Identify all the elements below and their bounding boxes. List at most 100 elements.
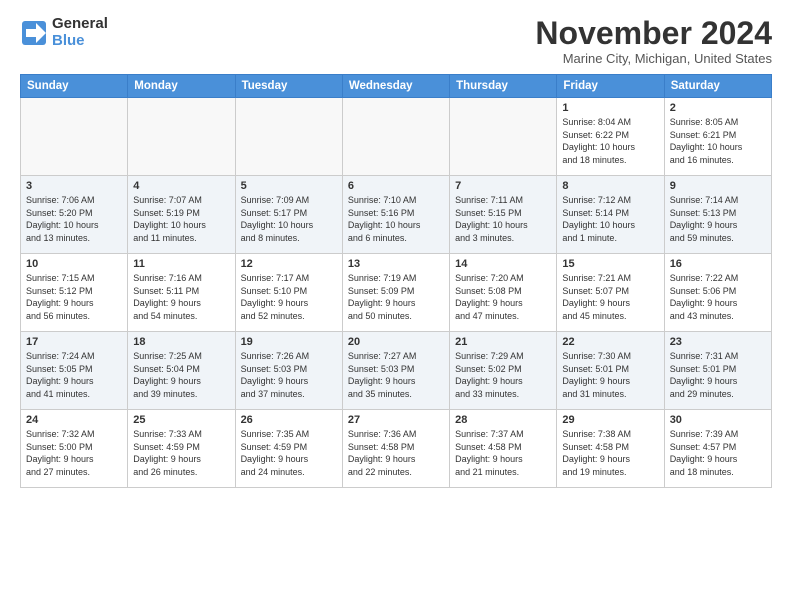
day-number: 28: [455, 414, 551, 426]
day-number: 8: [562, 180, 658, 192]
day-info: Sunrise: 7:25 AM Sunset: 5:04 PM Dayligh…: [133, 350, 229, 400]
day-number: 24: [26, 414, 122, 426]
day-info: Sunrise: 7:26 AM Sunset: 5:03 PM Dayligh…: [241, 350, 337, 400]
day-number: 3: [26, 180, 122, 192]
day-info: Sunrise: 7:14 AM Sunset: 5:13 PM Dayligh…: [670, 194, 766, 244]
calendar-cell: 9 Sunrise: 7:14 AM Sunset: 5:13 PM Daylig…: [664, 176, 771, 254]
month-title: November 2024: [535, 16, 772, 51]
calendar-cell: 24 Sunrise: 7:32 AM Sunset: 5:00 PM Dayli…: [21, 410, 128, 488]
calendar-cell: 30 Sunrise: 7:39 AM Sunset: 4:57 PM Dayli…: [664, 410, 771, 488]
calendar-week-1: 1Sunrise: 8:04 AM Sunset: 6:22 PM Daylig…: [21, 98, 772, 176]
day-number: 18: [133, 336, 229, 348]
day-number: 11: [133, 258, 229, 270]
logo-icon: [20, 19, 48, 47]
day-number: 22: [562, 336, 658, 348]
calendar-cell: 6Sunrise: 7:10 AM Sunset: 5:16 PM Daylig…: [342, 176, 449, 254]
day-info: Sunrise: 7:27 AM Sunset: 5:03 PM Dayligh…: [348, 350, 444, 400]
day-number: 19: [241, 336, 337, 348]
day-info: Sunrise: 7:29 AM Sunset: 5:02 PM Dayligh…: [455, 350, 551, 400]
day-info: Sunrise: 8:05 AM Sunset: 6:21 PM Dayligh…: [670, 116, 766, 166]
day-number: 23: [670, 336, 766, 348]
col-friday: Friday: [557, 75, 664, 98]
day-number: 5: [241, 180, 337, 192]
day-info: Sunrise: 7:12 AM Sunset: 5:14 PM Dayligh…: [562, 194, 658, 244]
day-info: Sunrise: 7:36 AM Sunset: 4:58 PM Dayligh…: [348, 428, 444, 478]
calendar-week-4: 17Sunrise: 7:24 AM Sunset: 5:05 PM Dayli…: [21, 332, 772, 410]
day-info: Sunrise: 7:38 AM Sunset: 4:58 PM Dayligh…: [562, 428, 658, 478]
day-info: Sunrise: 7:32 AM Sunset: 5:00 PM Dayligh…: [26, 428, 122, 478]
day-info: Sunrise: 7:07 AM Sunset: 5:19 PM Dayligh…: [133, 194, 229, 244]
day-number: 1: [562, 102, 658, 114]
calendar-cell: [21, 98, 128, 176]
calendar-cell: 27Sunrise: 7:36 AM Sunset: 4:58 PM Dayli…: [342, 410, 449, 488]
calendar-cell: 11 Sunrise: 7:16 AM Sunset: 5:11 PM Dayli…: [128, 254, 235, 332]
calendar-cell: 17Sunrise: 7:24 AM Sunset: 5:05 PM Dayli…: [21, 332, 128, 410]
day-number: 17: [26, 336, 122, 348]
logo: General Blue: [20, 16, 108, 49]
calendar-cell: 1Sunrise: 8:04 AM Sunset: 6:22 PM Daylig…: [557, 98, 664, 176]
calendar-cell: [342, 98, 449, 176]
calendar-cell: 26 Sunrise: 7:35 AM Sunset: 4:59 PM Dayli…: [235, 410, 342, 488]
page: General Blue November 2024 Marine City, …: [0, 0, 792, 612]
day-info: Sunrise: 7:35 AM Sunset: 4:59 PM Dayligh…: [241, 428, 337, 478]
day-number: 15: [562, 258, 658, 270]
col-monday: Monday: [128, 75, 235, 98]
day-info: Sunrise: 7:17 AM Sunset: 5:10 PM Dayligh…: [241, 272, 337, 322]
day-number: 9: [670, 180, 766, 192]
day-number: 10: [26, 258, 122, 270]
calendar-cell: 21 Sunrise: 7:29 AM Sunset: 5:02 PM Dayli…: [450, 332, 557, 410]
day-number: 26: [241, 414, 337, 426]
day-number: 12: [241, 258, 337, 270]
calendar-cell: 22Sunrise: 7:30 AM Sunset: 5:01 PM Dayli…: [557, 332, 664, 410]
calendar-table: Sunday Monday Tuesday Wednesday Thursday…: [20, 74, 772, 488]
calendar-week-3: 10Sunrise: 7:15 AM Sunset: 5:12 PM Dayli…: [21, 254, 772, 332]
day-info: Sunrise: 7:20 AM Sunset: 5:08 PM Dayligh…: [455, 272, 551, 322]
day-info: Sunrise: 7:39 AM Sunset: 4:57 PM Dayligh…: [670, 428, 766, 478]
day-info: Sunrise: 7:31 AM Sunset: 5:01 PM Dayligh…: [670, 350, 766, 400]
calendar-cell: 16Sunrise: 7:22 AM Sunset: 5:06 PM Dayli…: [664, 254, 771, 332]
logo-text: General Blue: [52, 16, 108, 49]
day-info: Sunrise: 7:21 AM Sunset: 5:07 PM Dayligh…: [562, 272, 658, 322]
day-number: 6: [348, 180, 444, 192]
day-number: 21: [455, 336, 551, 348]
calendar-cell: 28Sunrise: 7:37 AM Sunset: 4:58 PM Dayli…: [450, 410, 557, 488]
col-wednesday: Wednesday: [342, 75, 449, 98]
day-number: 4: [133, 180, 229, 192]
calendar-week-5: 24 Sunrise: 7:32 AM Sunset: 5:00 PM Dayli…: [21, 410, 772, 488]
day-info: Sunrise: 7:09 AM Sunset: 5:17 PM Dayligh…: [241, 194, 337, 244]
logo-blue: Blue: [52, 33, 108, 50]
calendar-cell: 20Sunrise: 7:27 AM Sunset: 5:03 PM Dayli…: [342, 332, 449, 410]
col-thursday: Thursday: [450, 75, 557, 98]
calendar-cell: 2Sunrise: 8:05 AM Sunset: 6:21 PM Daylig…: [664, 98, 771, 176]
col-sunday: Sunday: [21, 75, 128, 98]
calendar-week-2: 3Sunrise: 7:06 AM Sunset: 5:20 PM Daylig…: [21, 176, 772, 254]
calendar-cell: 5 Sunrise: 7:09 AM Sunset: 5:17 PM Daylig…: [235, 176, 342, 254]
day-info: Sunrise: 7:19 AM Sunset: 5:09 PM Dayligh…: [348, 272, 444, 322]
calendar-cell: [235, 98, 342, 176]
calendar-cell: 3Sunrise: 7:06 AM Sunset: 5:20 PM Daylig…: [21, 176, 128, 254]
day-number: 14: [455, 258, 551, 270]
calendar-cell: 4 Sunrise: 7:07 AM Sunset: 5:19 PM Daylig…: [128, 176, 235, 254]
calendar-cell: 19 Sunrise: 7:26 AM Sunset: 5:03 PM Dayli…: [235, 332, 342, 410]
day-number: 30: [670, 414, 766, 426]
day-info: Sunrise: 7:16 AM Sunset: 5:11 PM Dayligh…: [133, 272, 229, 322]
calendar-cell: 13 Sunrise: 7:19 AM Sunset: 5:09 PM Dayli…: [342, 254, 449, 332]
col-saturday: Saturday: [664, 75, 771, 98]
day-info: Sunrise: 7:22 AM Sunset: 5:06 PM Dayligh…: [670, 272, 766, 322]
calendar-cell: [450, 98, 557, 176]
calendar-cell: 14 Sunrise: 7:20 AM Sunset: 5:08 PM Dayli…: [450, 254, 557, 332]
calendar-cell: 10Sunrise: 7:15 AM Sunset: 5:12 PM Dayli…: [21, 254, 128, 332]
header: General Blue November 2024 Marine City, …: [20, 16, 772, 66]
location: Marine City, Michigan, United States: [535, 51, 772, 66]
calendar-cell: 12 Sunrise: 7:17 AM Sunset: 5:10 PM Dayli…: [235, 254, 342, 332]
calendar-cell: 18 Sunrise: 7:25 AM Sunset: 5:04 PM Dayli…: [128, 332, 235, 410]
calendar-cell: 23 Sunrise: 7:31 AM Sunset: 5:01 PM Dayli…: [664, 332, 771, 410]
day-number: 29: [562, 414, 658, 426]
day-number: 13: [348, 258, 444, 270]
day-info: Sunrise: 7:33 AM Sunset: 4:59 PM Dayligh…: [133, 428, 229, 478]
calendar-cell: 8 Sunrise: 7:12 AM Sunset: 5:14 PM Daylig…: [557, 176, 664, 254]
calendar-cell: 29 Sunrise: 7:38 AM Sunset: 4:58 PM Dayli…: [557, 410, 664, 488]
day-number: 25: [133, 414, 229, 426]
col-tuesday: Tuesday: [235, 75, 342, 98]
day-number: 7: [455, 180, 551, 192]
